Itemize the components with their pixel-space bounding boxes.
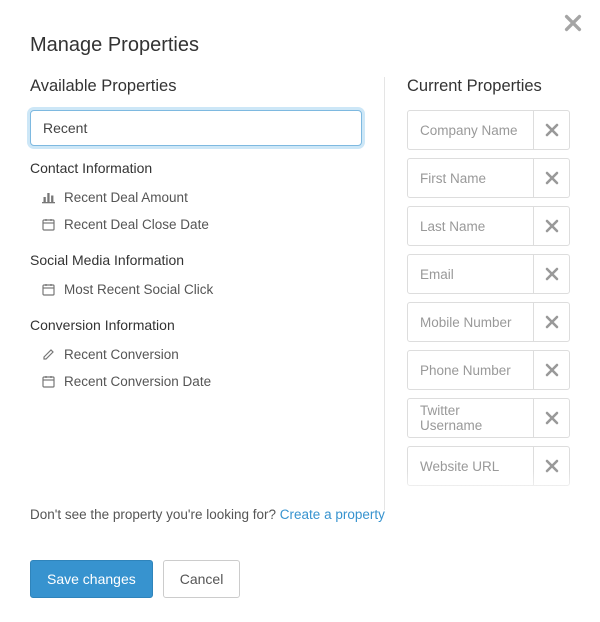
property-label: Most Recent Social Click [64,282,213,297]
available-property-item[interactable]: Most Recent Social Click [30,276,362,303]
calendar-icon [42,218,56,231]
footer: Don't see the property you're looking fo… [30,507,385,598]
current-property-item[interactable]: Company Name [407,110,570,150]
remove-property-button[interactable] [533,351,569,389]
remove-property-button[interactable] [533,159,569,197]
current-heading: Current Properties [407,77,570,96]
current-property-label: Email [408,255,533,293]
available-property-item[interactable]: Recent Conversion Date [30,368,362,395]
property-label: Recent Deal Close Date [64,217,209,232]
current-property-label: Company Name [408,111,533,149]
property-label: Recent Deal Amount [64,190,188,205]
remove-icon [545,411,559,425]
available-heading: Available Properties [30,77,362,96]
remove-property-button[interactable] [533,255,569,293]
remove-icon [545,363,559,377]
remove-property-button[interactable] [533,447,569,485]
current-properties-column: Current Properties Company Name First Nam… [384,77,570,510]
current-property-label: Mobile Number [408,303,533,341]
help-text: Don't see the property you're looking fo… [30,507,385,522]
close-icon [564,14,582,32]
save-button[interactable]: Save changes [30,560,153,598]
remove-icon [545,171,559,185]
edit-icon [42,348,56,361]
current-property-item[interactable]: Twitter Username [407,398,570,438]
remove-icon [545,459,559,473]
current-property-label: Twitter Username [408,399,533,437]
remove-property-button[interactable] [533,111,569,149]
cancel-button[interactable]: Cancel [163,560,241,598]
remove-property-button[interactable] [533,207,569,245]
bar-chart-icon [42,191,56,204]
calendar-icon [42,283,56,296]
current-property-item[interactable]: Mobile Number [407,302,570,342]
manage-properties-panel: Manage Properties Available Properties C… [0,0,600,622]
search-input[interactable] [30,110,362,146]
current-property-item[interactable]: Phone Number [407,350,570,390]
current-property-item[interactable]: First Name [407,158,570,198]
available-property-item[interactable]: Recent Conversion [30,341,362,368]
remove-property-button[interactable] [533,303,569,341]
remove-icon [545,267,559,281]
page-title: Manage Properties [30,34,570,57]
calendar-icon [42,375,56,388]
current-property-item[interactable]: Email [407,254,570,294]
available-property-item[interactable]: Recent Deal Amount [30,184,362,211]
available-properties-column: Available Properties Contact Information… [30,77,362,510]
current-property-label: Phone Number [408,351,533,389]
create-property-link[interactable]: Create a property [280,507,385,522]
current-property-item[interactable]: Website URL [407,446,570,486]
close-button[interactable] [564,14,584,34]
property-label: Recent Conversion [64,347,179,362]
property-label: Recent Conversion Date [64,374,211,389]
group-heading: Conversion Information [30,317,362,333]
current-property-item[interactable]: Last Name [407,206,570,246]
help-text-static: Don't see the property you're looking fo… [30,507,280,522]
remove-icon [545,315,559,329]
available-property-item[interactable]: Recent Deal Close Date [30,211,362,238]
group-heading: Contact Information [30,160,362,176]
remove-property-button[interactable] [533,399,569,437]
current-property-label: First Name [408,159,533,197]
current-property-label: Last Name [408,207,533,245]
current-property-label: Website URL [408,447,533,485]
property-groups: Contact Information Recent Deal Amount Rec… [30,160,362,395]
remove-icon [545,123,559,137]
current-properties-list: Company Name First Name Last Name Email Mobi… [407,110,570,510]
remove-icon [545,219,559,233]
group-heading: Social Media Information [30,252,362,268]
